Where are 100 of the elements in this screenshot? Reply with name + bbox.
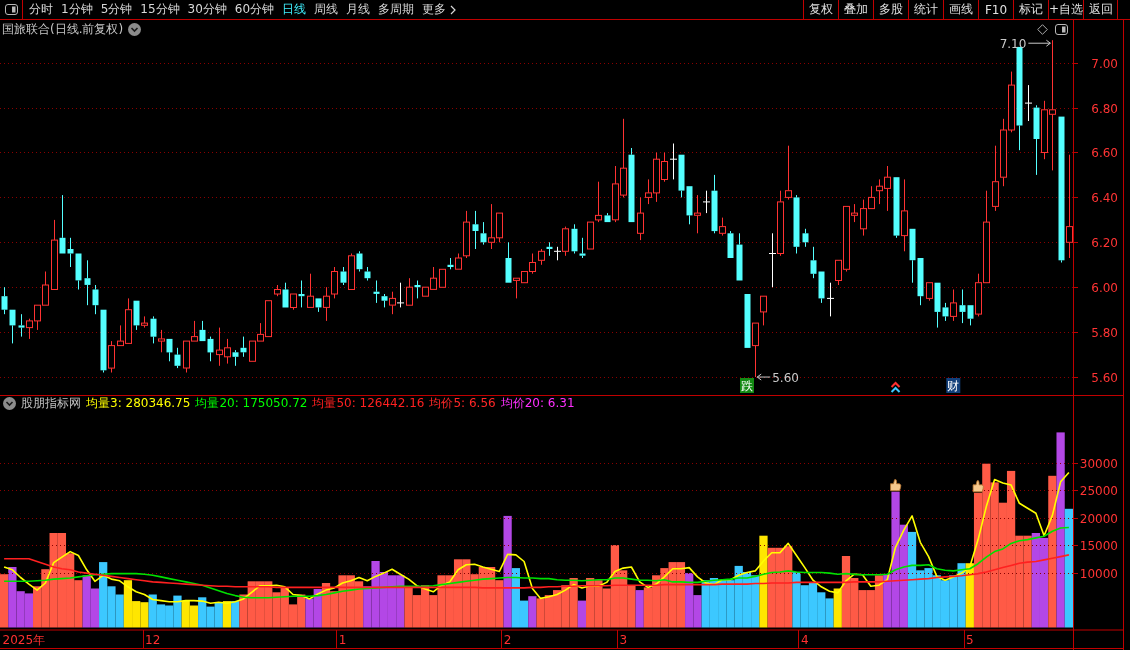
candlestick: [711, 174, 718, 234]
more-menu-button[interactable]: 更多: [418, 0, 461, 19]
panel-icon[interactable]: [1055, 24, 1068, 35]
candlestick: [917, 258, 924, 306]
candlestick: [1058, 116, 1065, 263]
candlestick: [1, 286, 8, 315]
candlestick: [92, 284, 99, 315]
bar: [0, 574, 9, 628]
candlestick: [315, 298, 322, 313]
axis-label: 10000: [1079, 567, 1118, 581]
candlestick: [637, 196, 644, 241]
candlestick: [1066, 154, 1073, 259]
period-tab[interactable]: 5分钟: [96, 0, 137, 19]
candlestick: [785, 145, 792, 201]
period-tab[interactable]: 15分钟: [136, 0, 184, 19]
candlestick: [579, 237, 586, 259]
indicator-value: 均量20: 175050.72: [195, 395, 308, 412]
period-tab[interactable]: 30分钟: [183, 0, 231, 19]
chevron-down-icon[interactable]: [3, 397, 16, 410]
low-price-label: 5.60: [772, 370, 799, 385]
period-tab[interactable]: 月线: [342, 0, 375, 19]
axis-label: 6.80: [1091, 102, 1118, 116]
candlestick: [893, 177, 900, 239]
bar: [222, 601, 232, 628]
candlestick: [604, 212, 611, 223]
axis-label: 5.60: [1091, 371, 1118, 385]
candlestick: [59, 194, 66, 254]
candlestick: [926, 282, 933, 302]
date-label: 4: [801, 633, 809, 647]
date-label: 5: [966, 633, 974, 647]
candlestick: [232, 349, 239, 367]
high-price-label: 7.10: [999, 37, 1027, 52]
bar: [833, 588, 842, 628]
chevron-right-icon: [450, 4, 457, 15]
axis-label: 25000: [1079, 484, 1118, 498]
indicator-value: 均量50: 126442.16: [312, 395, 425, 412]
candlestick: [100, 309, 107, 373]
bar: [1064, 508, 1073, 628]
date-label: 2: [503, 633, 512, 647]
candlestick: [282, 282, 289, 308]
arrow-icon: [1027, 39, 1051, 47]
period-tab[interactable]: 60分钟: [230, 0, 279, 19]
axis-label: 6.40: [1091, 191, 1118, 205]
candlestick: [670, 143, 677, 180]
candlestick: [595, 181, 602, 223]
candlestick: [447, 257, 454, 270]
candlestick: [628, 147, 635, 223]
candlestick: [174, 347, 181, 369]
date-label: 3: [619, 633, 627, 647]
candlestick: [133, 300, 140, 331]
candlestick: [199, 320, 206, 342]
candlestick: [340, 266, 347, 286]
arrow-icon: [756, 373, 771, 381]
candlestick: [1025, 84, 1032, 122]
candlestick: [818, 271, 825, 304]
candlestick: [356, 250, 363, 272]
candlestick: [364, 266, 371, 281]
signal-tag: 财: [946, 378, 961, 393]
bar: [528, 596, 537, 628]
period-tab[interactable]: 1分钟: [57, 0, 97, 19]
candlestick: [505, 241, 512, 283]
indicator-name: 股朋指标网: [21, 395, 81, 412]
axis-label: 7.00: [1091, 57, 1118, 71]
bar: [759, 535, 768, 628]
period-tab[interactable]: 多周期: [374, 0, 419, 19]
toolbar-button[interactable]: 返回: [1083, 0, 1118, 19]
period-tab[interactable]: 分时: [25, 0, 57, 19]
candlestick: [686, 186, 693, 225]
candlestick: [397, 282, 404, 308]
candlestick: [942, 302, 949, 322]
candlestick: [546, 241, 553, 257]
bar: [1048, 475, 1057, 628]
axis-label: 5.80: [1091, 326, 1118, 340]
bar: [1056, 432, 1065, 628]
thumbs-up-icon: [972, 480, 984, 493]
candlestick: [769, 232, 776, 288]
candlestick: [84, 259, 91, 306]
axis-label: 6.20: [1091, 236, 1118, 250]
candlestick: [18, 313, 25, 338]
candlestick: [992, 145, 999, 212]
candlestick: [1033, 104, 1040, 176]
candlestick: [810, 246, 817, 279]
candlestick: [414, 280, 421, 299]
double-chevron-up-icon: [890, 381, 901, 393]
candlestick: [752, 322, 759, 378]
period-tab[interactable]: 日线: [278, 0, 311, 19]
candlestick: [571, 223, 578, 254]
candlestick: [480, 221, 487, 246]
diamond-icon[interactable]: [1037, 24, 1048, 35]
chevron-down-icon[interactable]: [128, 23, 142, 36]
candlestick: [727, 230, 734, 258]
indicator-value: 均价5: 6.56: [429, 395, 496, 412]
axis-label: 30000: [1079, 457, 1118, 471]
year-label: 2025年: [2, 633, 46, 647]
indicator-value: 均价20: 6.31: [500, 395, 575, 412]
candlestick: [290, 293, 297, 311]
toolbar-button[interactable]: +自选: [1048, 0, 1083, 19]
thumbs-up-icon: [890, 479, 902, 492]
period-tab[interactable]: 周线: [310, 0, 343, 19]
candlestick: [307, 273, 314, 308]
